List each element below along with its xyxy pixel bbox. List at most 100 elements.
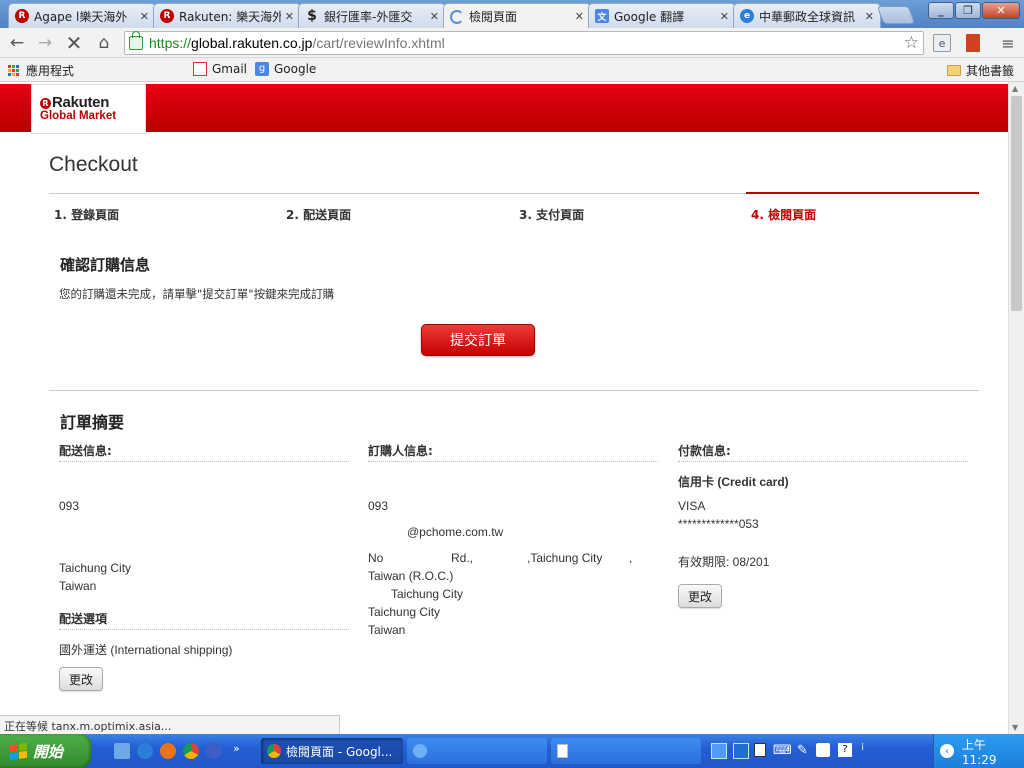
order-summary-heading: 訂單摘要 (60, 413, 125, 432)
gmail-icon (193, 62, 207, 76)
loading-icon (450, 9, 464, 24)
back-button[interactable]: ← (6, 32, 28, 54)
card-expiry: 有效期限: 08/201 (678, 555, 770, 569)
options-icon[interactable]: ⁞ (861, 742, 864, 753)
start-label: 開始 (33, 742, 64, 761)
shipping-option-header: 配送選項 (59, 610, 349, 630)
buyer-address-city: ,Taichung City (527, 551, 603, 565)
close-icon[interactable]: ✕ (720, 10, 729, 23)
scroll-up-icon[interactable]: ▲ (1012, 84, 1018, 93)
browser-tab[interactable]: R Agape l樂天海外 ✕ (8, 3, 156, 28)
payment-info-header: 付款信息: (678, 442, 968, 462)
tab-title: Google 翻譯 (614, 9, 685, 24)
minimize-button[interactable]: _ (928, 2, 954, 19)
tab-title: 中華郵政全球資訊 (759, 9, 856, 24)
payment-method: 信用卡 (Credit card) (678, 475, 789, 489)
clock[interactable]: 上午 11:29 (962, 736, 1024, 767)
bookmark-star-icon[interactable]: ☆ (904, 33, 919, 53)
bookmark-label: 其他書籤 (966, 64, 1015, 78)
bookmark-label: Google (274, 62, 317, 76)
url-path: /cart/reviewInfo.xhtml (312, 35, 445, 51)
taskbar-window-document[interactable] (551, 738, 701, 764)
bookmark-other-folder[interactable]: 其他書籤 (947, 62, 1014, 79)
ie-icon (413, 744, 427, 758)
logo-text: Rakuten (52, 94, 110, 111)
bookmark-gmail[interactable]: Gmail (193, 62, 247, 76)
home-icon[interactable]: ⌂ (93, 32, 115, 54)
buyer-email: @pchome.com.tw (407, 525, 504, 539)
window-close-button[interactable]: ✕ (982, 2, 1020, 19)
site-header (0, 84, 1008, 132)
pdf-extension-icon[interactable] (966, 34, 980, 52)
rakuten-logo[interactable]: R Rakuten Global Market (31, 84, 146, 134)
google-icon: g (255, 62, 269, 76)
buyer-address-no: No (368, 551, 384, 565)
google-translate-icon: 文 (595, 9, 609, 23)
tray-arrow-icon[interactable]: ‹ (940, 744, 954, 758)
firefox-icon[interactable] (160, 743, 176, 759)
forward-button[interactable]: → (34, 32, 56, 54)
menu-icon[interactable]: ≡ (997, 32, 1019, 54)
shipping-info-column: 配送信息: (59, 442, 349, 462)
tab-title: Rakuten: 樂天海外 (179, 9, 281, 24)
logo-subtext: Global Market (40, 110, 117, 122)
browser-tab[interactable]: $ 銀行匯率-外匯交 ✕ (298, 3, 446, 28)
media-player-icon[interactable] (206, 743, 222, 759)
close-icon[interactable]: ✕ (140, 10, 149, 23)
show-desktop-icon[interactable] (114, 743, 130, 759)
taskbar-window-ie[interactable] (407, 738, 547, 764)
vertical-scrollbar[interactable]: ▲ ▼ (1008, 82, 1024, 734)
browser-tab-active[interactable]: 檢閱頁面 ✕ (443, 3, 591, 29)
chrome-icon[interactable] (183, 743, 199, 759)
confirm-note: 您的訂購還未完成，請單擊"提交訂單"按鍵來完成訂購 (59, 287, 335, 301)
card-brand: VISA (678, 499, 706, 513)
buyer-address-country: Taiwan (R.O.C.) (368, 569, 454, 583)
shipping-option-block: 配送選項 (59, 610, 349, 630)
browser-tab[interactable]: 文 Google 翻譯 ✕ (588, 3, 736, 28)
payment-info-column: 付款信息: (678, 442, 968, 462)
close-icon[interactable]: ✕ (430, 10, 439, 23)
browser-tab[interactable]: e 中華郵政全球資訊 ✕ (733, 3, 881, 28)
bookmark-google[interactable]: g Google (255, 62, 316, 76)
rakuten-r-icon: R (40, 98, 51, 109)
language-bar-icon[interactable] (711, 743, 727, 759)
quick-launch-more-icon[interactable]: » (233, 742, 240, 755)
dollar-icon: $ (307, 8, 317, 24)
ime-icon[interactable] (733, 743, 749, 759)
browser-toolbar: ← → ✕ ⌂ https://global.rakuten.co.jp/car… (0, 28, 1024, 58)
stop-button[interactable]: ✕ (63, 31, 85, 55)
card-number: *************053 (678, 517, 759, 531)
close-icon[interactable]: ✕ (865, 10, 874, 23)
pen-icon[interactable]: ✎ (797, 743, 808, 758)
browser-tab[interactable]: R Rakuten: 樂天海外 ✕ (153, 3, 301, 28)
close-icon[interactable]: ✕ (285, 10, 294, 23)
shipping-info-header: 配送信息: (59, 442, 349, 462)
start-button[interactable]: 開始 (0, 734, 92, 768)
ie-icon[interactable] (137, 743, 153, 759)
taskbar: 開始 » 檢閱頁面 - Googl... ⌨ ✎ ? ⁞ ‹ 上午 11:29 (0, 734, 1024, 768)
address-bar[interactable]: https://global.rakuten.co.jp/cart/review… (124, 31, 924, 55)
scroll-down-icon[interactable]: ▼ (1012, 723, 1018, 732)
tab-title: Agape l樂天海外 (34, 9, 128, 24)
scrollbar-thumb[interactable] (1011, 96, 1022, 311)
input-mode-icon[interactable] (754, 743, 766, 757)
taskbar-window-title: 檢閱頁面 - Googl... (286, 744, 393, 759)
page-content: R Rakuten Global Market Checkout 1. 登錄頁面 … (0, 82, 1008, 734)
taskbar-window-chrome[interactable]: 檢閱頁面 - Googl... (261, 738, 403, 764)
ie-tab-icon[interactable]: e (933, 34, 951, 52)
buyer-phone: 093 (368, 499, 389, 513)
change-shipping-button[interactable]: 更改 (59, 667, 103, 691)
change-payment-button[interactable]: 更改 (678, 584, 722, 608)
active-step-indicator (746, 192, 979, 194)
document-icon (557, 744, 568, 758)
submit-order-button[interactable]: 提交訂單 (421, 324, 535, 356)
keyboard-icon[interactable]: ⌨ (773, 743, 792, 758)
help-icon[interactable]: ? (838, 743, 852, 757)
buyer-address-comma: , (629, 551, 633, 565)
tool-icon[interactable] (816, 743, 830, 757)
close-icon[interactable]: ✕ (575, 10, 584, 23)
bookmark-apps[interactable]: 應用程式 (7, 62, 74, 79)
system-tray: ‹ 上午 11:29 (933, 734, 1024, 768)
new-tab-button[interactable] (876, 6, 916, 24)
maximize-button[interactable]: ❐ (955, 2, 981, 19)
